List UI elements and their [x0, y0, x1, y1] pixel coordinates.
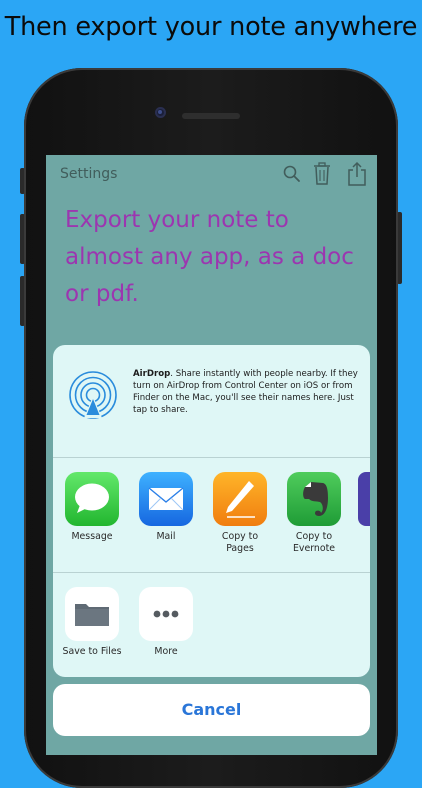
airdrop-description: AirDrop. Share instantly with people nea…	[133, 368, 363, 416]
share-app-message[interactable]: Message	[59, 472, 125, 543]
mail-icon	[139, 472, 193, 526]
app-bar: Settings	[46, 155, 377, 195]
share-actions-row: Save to Files More	[53, 573, 370, 677]
share-app-evernote[interactable]: Copy to Evernote	[281, 472, 347, 554]
trash-icon[interactable]	[312, 162, 332, 186]
share-app-pages[interactable]: Copy to Pages	[207, 472, 273, 554]
earpiece-speaker	[182, 113, 240, 119]
folder-icon	[65, 587, 119, 641]
share-sheet: AirDrop. Share instantly with people nea…	[53, 345, 370, 677]
message-icon	[65, 472, 119, 526]
note-text[interactable]: Export your note to almost any app, as a…	[65, 202, 370, 313]
action-label: More	[154, 646, 178, 657]
search-icon[interactable]	[282, 164, 302, 184]
airdrop-section: AirDrop. Share instantly with people nea…	[53, 345, 370, 458]
share-app-label: Mail	[156, 531, 176, 542]
airdrop-title: AirDrop	[133, 369, 171, 379]
airdrop-icon	[69, 371, 117, 419]
share-app-label: Message	[71, 531, 113, 542]
share-apps-row: Message Mail Copy to Pages Copy to Evern…	[53, 458, 370, 573]
app-screen: Settings Export your note to almost any …	[46, 155, 377, 755]
action-label: Save to Files	[62, 646, 122, 657]
share-app-next-partial[interactable]	[358, 472, 370, 526]
front-camera	[155, 107, 166, 118]
share-app-label: Copy to Pages	[221, 531, 259, 554]
more-action[interactable]: More	[133, 587, 199, 658]
cancel-button[interactable]: Cancel	[53, 684, 370, 736]
share-icon[interactable]	[346, 161, 368, 187]
pages-icon	[213, 472, 267, 526]
headline: Then export your note anywhere	[4, 12, 418, 42]
more-icon	[139, 587, 193, 641]
save-to-files-action[interactable]: Save to Files	[59, 587, 125, 658]
evernote-icon	[287, 472, 341, 526]
share-app-mail[interactable]: Mail	[133, 472, 199, 543]
settings-button[interactable]: Settings	[60, 166, 117, 182]
share-app-label: Copy to Evernote	[292, 531, 336, 554]
